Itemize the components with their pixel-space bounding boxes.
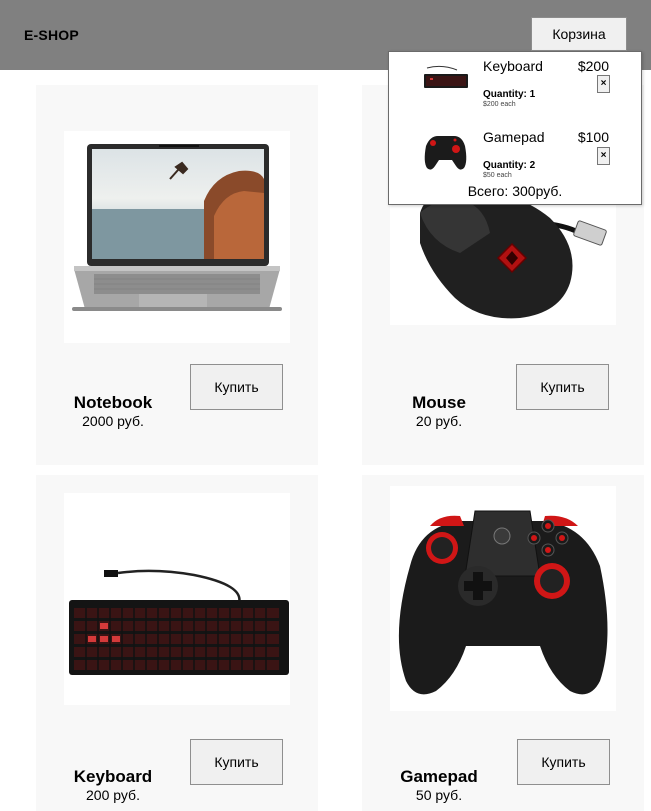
cart-item-quantity: Quantity: 2 [483, 160, 536, 171]
cart-item-keyboard-thumbnail [422, 56, 469, 103]
cart-item-quantity: Quantity: 1 [483, 89, 536, 100]
remove-item-button[interactable]: × [597, 75, 610, 93]
cart-dropdown: Keyboard $200 Quantity: 1 $200 each × Ga… [388, 51, 642, 205]
product-card-keyboard: Keyboard 200 руб. Купить [36, 475, 318, 811]
cart-item-unit-price: $200 each [483, 101, 516, 108]
product-name: Mouse [412, 393, 466, 412]
product-name: Notebook [73, 393, 153, 412]
product-price: 2000 руб. [82, 413, 144, 429]
notebook-image [64, 131, 290, 343]
remove-item-button[interactable]: × [597, 147, 610, 165]
cart-button[interactable]: Корзина [531, 17, 627, 51]
shop-logo[interactable]: E-SHOP [24, 27, 79, 43]
cart-item-name: Keyboard [483, 58, 543, 74]
gamepad-image [390, 486, 616, 711]
cart-total: Всего: 300руб. [467, 183, 563, 199]
product-card-gamepad: Gamepad 50 руб. Купить [362, 475, 644, 811]
cart-item-unit-price: $50 each [483, 172, 512, 179]
buy-button-notebook[interactable]: Купить [190, 364, 283, 410]
product-price: 200 руб. [86, 787, 140, 803]
keyboard-image [64, 493, 290, 705]
product-price: 50 руб. [415, 787, 463, 803]
product-name: Gamepad [400, 767, 478, 786]
cart-item-price: $200 [577, 58, 609, 74]
buy-button-gamepad[interactable]: Купить [517, 739, 610, 785]
product-price: 20 руб. [415, 413, 463, 429]
cart-item-price: $100 [577, 129, 609, 145]
cart-item-gamepad-thumbnail [422, 128, 469, 175]
product-card-notebook: Notebook 2000 руб. Купить [36, 85, 318, 465]
cart-item-name: Gamepad [483, 129, 545, 145]
buy-button-mouse[interactable]: Купить [516, 364, 609, 410]
buy-button-keyboard[interactable]: Купить [190, 739, 283, 785]
product-name: Keyboard [73, 767, 153, 786]
